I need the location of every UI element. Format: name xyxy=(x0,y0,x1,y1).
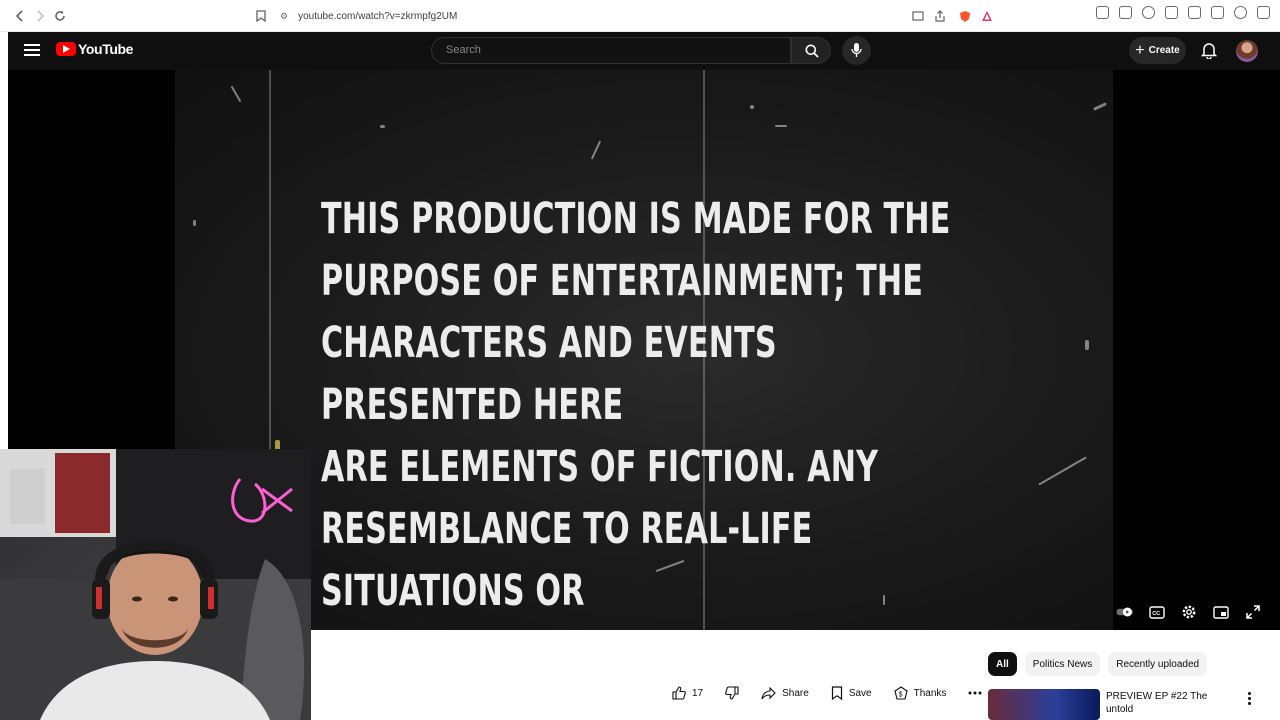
share-arrow-icon xyxy=(761,686,776,699)
disclaimer-line: PURPOSE OF ENTERTAINMENT; THE xyxy=(321,256,924,306)
notifications-bell-icon[interactable] xyxy=(1200,41,1219,61)
disclaimer-line: THIS PRODUCTION IS MADE FOR THE xyxy=(321,194,951,244)
more-horizontal-icon xyxy=(968,691,982,695)
reload-icon[interactable] xyxy=(50,6,70,26)
webcam-overlay xyxy=(0,449,311,720)
film-dust xyxy=(750,105,754,109)
youtube-logo[interactable]: YouTube xyxy=(56,41,133,57)
extension-icon[interactable] xyxy=(1211,6,1224,19)
youtube-header: YouTube Search + Create xyxy=(8,32,1280,70)
film-dust xyxy=(193,220,196,226)
player-controls: CC xyxy=(1116,604,1262,620)
fullscreen-icon[interactable] xyxy=(1244,604,1262,620)
disclaimer-line: CHARACTERS AND EVENTS PRESENTED HERE xyxy=(321,318,777,430)
below-video-area: 17 Share Save $ Thanks All Politics News… xyxy=(311,630,1280,720)
thumbs-up-icon xyxy=(672,686,686,700)
like-count: 17 xyxy=(692,687,704,699)
extension-icon[interactable] xyxy=(1096,6,1109,19)
streamer-webcam-image xyxy=(0,449,311,720)
extension-icon[interactable] xyxy=(1119,6,1132,19)
recommendation-chips: All Politics News Recently uploaded xyxy=(988,652,1208,676)
disclaimer-text: THIS PRODUCTION IS MADE FOR THE PURPOSE … xyxy=(321,188,961,630)
search-placeholder: Search xyxy=(446,44,481,56)
search-button[interactable] xyxy=(791,37,831,64)
brave-shield-icon[interactable] xyxy=(955,6,975,26)
site-info-icon[interactable]: ⚙ xyxy=(280,11,288,22)
brave-rewards-icon[interactable] xyxy=(977,6,997,26)
back-icon[interactable] xyxy=(10,6,30,26)
film-scratch xyxy=(775,125,787,127)
video-frame[interactable]: THIS PRODUCTION IS MADE FOR THE PURPOSE … xyxy=(175,70,1113,630)
disclaimer-line: PERSONS IS PURELY COINCIDENTAL. xyxy=(321,622,961,630)
film-dust xyxy=(380,125,385,128)
cast-icon[interactable] xyxy=(908,6,928,26)
voice-search-button[interactable] xyxy=(842,36,871,65)
chip-all[interactable]: All xyxy=(988,652,1017,676)
film-scratch xyxy=(230,85,242,103)
disclaimer-line: RESEMBLANCE TO REAL-LIFE SITUATIONS OR xyxy=(321,504,813,616)
plus-icon: + xyxy=(1135,41,1145,59)
action-row: 17 Share Save $ Thanks xyxy=(664,681,990,705)
svg-text:$: $ xyxy=(898,692,902,699)
youtube-play-icon xyxy=(56,42,76,56)
chip-politics-news[interactable]: Politics News xyxy=(1024,652,1101,676)
extensions-row xyxy=(1096,6,1270,19)
share-label: Share xyxy=(782,687,809,699)
save-button[interactable]: Save xyxy=(823,681,880,705)
autoplay-toggle[interactable] xyxy=(1116,604,1134,620)
extension-icon[interactable] xyxy=(1257,6,1270,19)
disclaimer-line: ARE ELEMENTS OF FICTION. ANY xyxy=(321,442,879,492)
settings-gear-icon[interactable] xyxy=(1180,604,1198,620)
chip-recently-uploaded[interactable]: Recently uploaded xyxy=(1108,652,1208,676)
film-scratch xyxy=(1093,102,1107,111)
thanks-label: Thanks xyxy=(913,687,947,699)
film-scratch xyxy=(1038,456,1087,486)
recommendation-title[interactable]: PREVIEW EP #22 The untold xyxy=(1106,690,1236,716)
film-dust xyxy=(1085,340,1089,350)
thanks-button[interactable]: $ Thanks xyxy=(886,681,955,705)
svg-text:CC: CC xyxy=(1152,611,1160,617)
like-button[interactable]: 17 xyxy=(664,681,711,705)
save-label: Save xyxy=(848,687,872,699)
thanks-dollar-icon: $ xyxy=(893,686,908,700)
create-label: Create xyxy=(1148,45,1180,56)
forward-icon[interactable] xyxy=(30,6,50,26)
extension-icon[interactable] xyxy=(1165,6,1178,19)
extension-icon[interactable] xyxy=(1234,6,1247,19)
search-icon xyxy=(805,44,819,58)
logo-text: YouTube xyxy=(78,41,134,57)
search-input[interactable]: Search xyxy=(431,37,791,64)
avatar[interactable] xyxy=(1236,40,1258,62)
dislike-button[interactable] xyxy=(717,681,747,705)
extension-icon[interactable] xyxy=(1142,6,1155,19)
more-actions-button[interactable] xyxy=(960,681,990,705)
recommendation-more-icon[interactable] xyxy=(1248,692,1252,707)
create-button[interactable]: + Create xyxy=(1129,37,1186,64)
thumbs-down-icon xyxy=(725,686,739,700)
bookmark-icon[interactable] xyxy=(251,6,271,26)
menu-icon[interactable] xyxy=(24,44,40,56)
save-bookmark-icon xyxy=(831,686,842,700)
url-text: youtube.com/watch?v=zkrmpfg2UM xyxy=(298,10,458,22)
miniplayer-icon[interactable] xyxy=(1212,604,1230,620)
captions-icon[interactable]: CC xyxy=(1148,604,1166,620)
recommendation-thumbnail[interactable] xyxy=(988,689,1100,720)
share-button[interactable]: Share xyxy=(753,681,817,705)
mic-icon xyxy=(851,43,862,57)
extension-icon[interactable] xyxy=(1188,6,1201,19)
browser-toolbar: ⚙ youtube.com/watch?v=zkrmpfg2UM xyxy=(0,0,1280,32)
film-scratch xyxy=(590,140,602,160)
share-page-icon[interactable] xyxy=(930,6,950,26)
